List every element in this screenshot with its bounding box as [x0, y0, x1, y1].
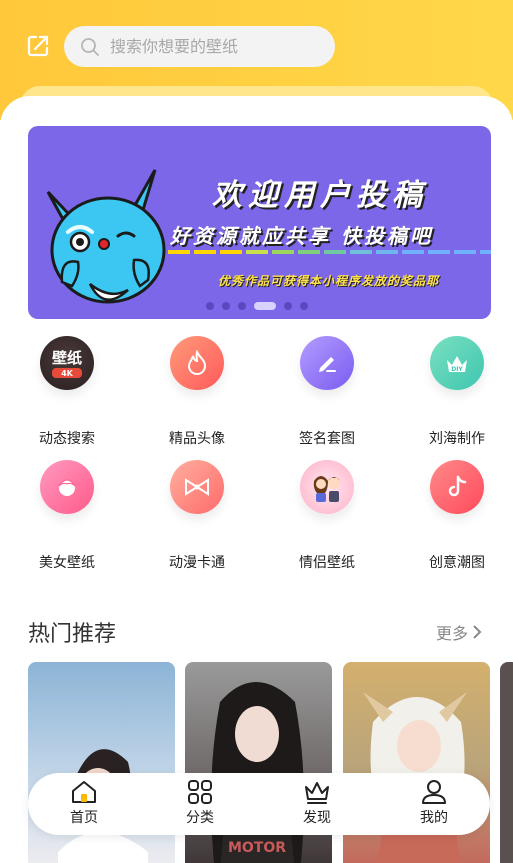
banner-color-stripes: [168, 250, 491, 254]
cat-mascot-image: [40, 162, 170, 319]
bow-icon: [170, 460, 224, 514]
chevron-right-icon: [473, 625, 482, 639]
category-label: 美女壁纸: [39, 555, 95, 571]
search-input[interactable]: [110, 37, 320, 56]
girl-icon: [40, 460, 94, 514]
carousel-dot-active[interactable]: [254, 302, 276, 310]
wallpaper-4k-badge: 4K: [61, 369, 74, 378]
category-label: 情侣壁纸: [299, 555, 355, 571]
tab-label: 我的: [420, 810, 448, 826]
edit-icon: [27, 35, 49, 57]
carousel-indicator: [206, 302, 308, 310]
tab-mine[interactable]: 我的: [394, 779, 474, 831]
carousel-dot[interactable]: [206, 302, 214, 310]
wallpaper-thumbnail[interactable]: [500, 662, 513, 863]
category-premium-avatar[interactable]: 精品头像: [147, 336, 247, 447]
carousel-dot[interactable]: [222, 302, 230, 310]
wallpaper-4k-icon: 壁纸 4K: [40, 336, 94, 390]
diy-badge: DIY: [451, 366, 463, 373]
tab-home[interactable]: 首页: [44, 779, 124, 831]
category-label: 创意潮图: [429, 555, 485, 571]
main-content: 欢迎用户投稿 好资源就应共享 快投稿吧 优秀作品可获得本小程序发放的奖品耶 壁纸…: [0, 96, 513, 863]
music-note-icon: [430, 460, 484, 514]
carousel-dot[interactable]: [284, 302, 292, 310]
banner-carousel[interactable]: 欢迎用户投稿 好资源就应共享 快投稿吧 优秀作品可获得本小程序发放的奖品耶: [28, 126, 491, 319]
tab-discover[interactable]: 发现: [277, 779, 357, 831]
flame-icon: [170, 336, 224, 390]
category-label: 签名套图: [299, 431, 355, 447]
couple-icon: [300, 460, 354, 514]
tab-label: 分类: [186, 810, 214, 826]
tab-label: 首页: [70, 810, 98, 826]
banner-title: 欢迎用户投稿: [212, 178, 428, 213]
banner-note: 优秀作品可获得本小程序发放的奖品耶: [218, 274, 440, 288]
user-icon: [422, 780, 446, 804]
category-beauty-wallpaper[interactable]: 美女壁纸: [17, 460, 117, 571]
banner-subtitle: 好资源就应共享 快投稿吧: [170, 224, 433, 248]
search-icon: [81, 37, 99, 56]
tab-label: 发现: [303, 810, 331, 826]
wallpaper-4k-text: 壁纸: [52, 349, 82, 367]
svg-text:MOTOR: MOTOR: [228, 840, 286, 856]
pen-icon: [300, 336, 354, 390]
category-couple-wallpaper[interactable]: 情侣壁纸: [277, 460, 377, 571]
category-dynamic-search[interactable]: 壁纸 4K 动态搜索: [17, 336, 117, 447]
category-label: 精品头像: [169, 431, 225, 447]
more-label: 更多: [436, 624, 469, 643]
category-anime-cartoon[interactable]: 动漫卡通: [147, 460, 247, 571]
category-signature-set[interactable]: 签名套图: [277, 336, 377, 447]
carousel-dot[interactable]: [300, 302, 308, 310]
section-title-hot: 热门推荐: [28, 622, 117, 647]
grid-icon: [188, 780, 212, 804]
home-icon: [72, 781, 96, 803]
category-notch-making[interactable]: DIY 刘海制作: [407, 336, 507, 447]
tab-category[interactable]: 分类: [160, 779, 240, 831]
more-link[interactable]: 更多: [436, 620, 482, 644]
category-label: 动态搜索: [39, 431, 95, 447]
edit-button[interactable]: [26, 34, 50, 58]
search-bar[interactable]: [64, 26, 335, 67]
category-label: 动漫卡通: [169, 555, 225, 571]
category-creative-trend[interactable]: 创意潮图: [407, 460, 507, 571]
category-label: 刘海制作: [429, 431, 485, 447]
crown-icon: [305, 782, 329, 804]
bottom-tab-bar: 首页 分类 发现 我的: [28, 773, 490, 835]
diy-crown-icon: DIY: [430, 336, 484, 390]
carousel-dot[interactable]: [238, 302, 246, 310]
